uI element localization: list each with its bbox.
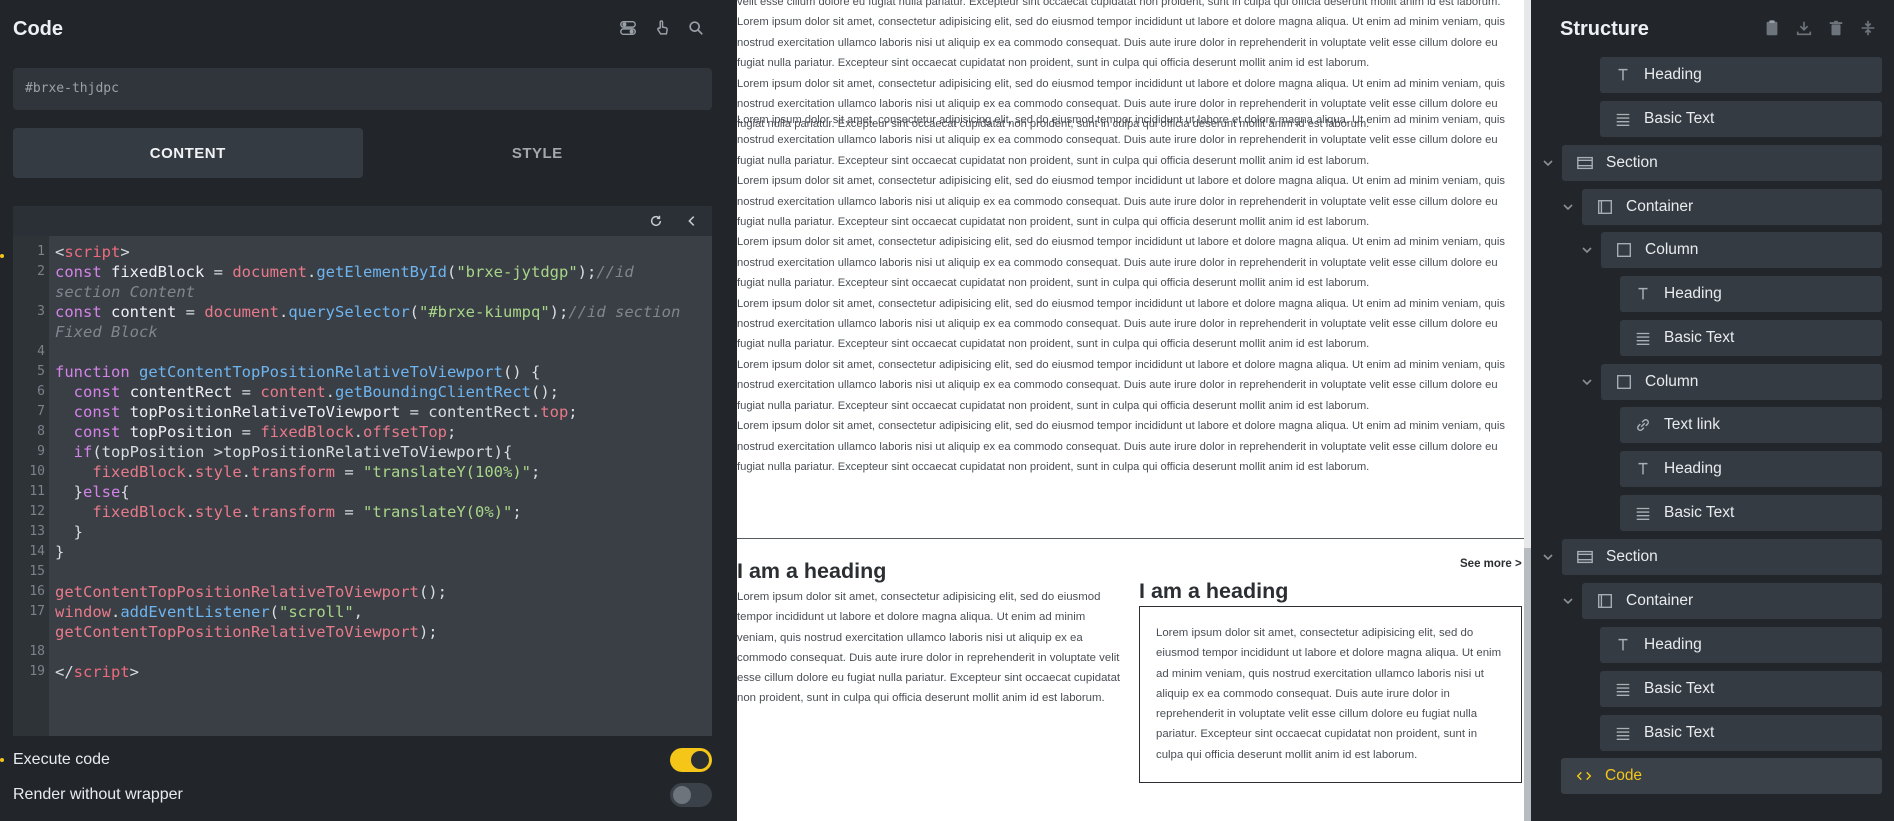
bordered-text-box[interactable]: Lorem ipsum dolor sit amet, consectetur …: [1139, 606, 1522, 783]
structure-node-label: Heading: [1664, 460, 1722, 477]
pointer-hand-icon[interactable]: [652, 18, 672, 38]
section-divider: [737, 538, 1524, 539]
structure-node-container[interactable]: Container: [1582, 189, 1882, 225]
structure-node-label: Heading: [1664, 285, 1722, 302]
structure-node-heading[interactable]: Heading: [1600, 627, 1882, 663]
text-lines-icon: [1632, 502, 1654, 524]
text-lines-icon: [1612, 678, 1634, 700]
tab-style[interactable]: STYLE: [363, 128, 713, 178]
render-wrapper-row: Render without wrapper: [13, 781, 712, 809]
code-panel: Code #brxe-thjdpc CONTENT STYLE 1 <script…: [0, 0, 726, 821]
panel-tabs: CONTENT STYLE: [13, 128, 712, 178]
structure-node-label: Container: [1626, 592, 1694, 609]
structure-node-label: Section: [1606, 548, 1658, 565]
structure-node-label: Column: [1645, 373, 1699, 390]
breakpoint-marker: [0, 254, 4, 258]
canvas-heading-1[interactable]: I am a heading: [737, 559, 886, 584]
structure-node-code[interactable]: Code: [1561, 758, 1882, 794]
heading-icon: [1612, 634, 1634, 656]
see-more-link[interactable]: See more >: [1460, 558, 1522, 570]
container-icon: [1594, 590, 1616, 612]
code-icon: [1573, 765, 1595, 787]
execute-code-row: Execute code: [13, 746, 712, 774]
chevron-down-icon[interactable]: [1581, 375, 1595, 389]
text-lines-icon: [1612, 108, 1634, 130]
css-id-field[interactable]: #brxe-thjdpc: [13, 68, 712, 110]
collapse-left-icon[interactable]: [682, 211, 702, 231]
structure-node-basic-text[interactable]: Basic Text: [1600, 101, 1882, 137]
structure-node-heading[interactable]: Heading: [1600, 57, 1882, 93]
render-wrapper-label: Render without wrapper: [13, 786, 183, 803]
structure-node-label: Basic Text: [1664, 504, 1735, 521]
structure-node-label: Container: [1626, 198, 1694, 215]
structure-node-section[interactable]: Section: [1562, 145, 1882, 181]
container-icon: [1594, 196, 1616, 218]
refresh-icon[interactable]: [646, 211, 666, 231]
structure-node-heading[interactable]: Heading: [1620, 276, 1882, 312]
box-text: Lorem ipsum dolor sit amet, consectetur …: [1156, 627, 1502, 761]
lorem-block-main: Lorem ipsum dolor sit amet, consectetur …: [737, 114, 1505, 473]
structure-node-label: Basic Text: [1644, 110, 1715, 127]
structure-node-label: Text link: [1664, 416, 1720, 433]
structure-node-section[interactable]: Section: [1562, 539, 1882, 575]
chevron-down-icon[interactable]: [1542, 156, 1556, 170]
structure-node-basic-text[interactable]: Basic Text: [1600, 715, 1882, 751]
heading-icon: [1632, 458, 1654, 480]
text-lines-icon: [1612, 722, 1634, 744]
heading-icon: [1612, 64, 1634, 86]
structure-node-label: Basic Text: [1664, 329, 1735, 346]
text-lines-icon: [1632, 327, 1654, 349]
structure-title: Structure: [1560, 18, 1649, 40]
column-icon: [1613, 239, 1635, 261]
execute-code-label: Execute code: [13, 751, 110, 768]
search-icon[interactable]: [686, 18, 706, 38]
structure-node-basic-text[interactable]: Basic Text: [1620, 320, 1882, 356]
structure-node-basic-text[interactable]: Basic Text: [1620, 495, 1882, 531]
clipboard-icon[interactable]: [1762, 18, 1782, 38]
download-icon[interactable]: [1794, 18, 1814, 38]
render-wrapper-toggle[interactable]: [670, 783, 712, 807]
structure-node-label: Section: [1606, 154, 1658, 171]
structure-node-column[interactable]: Column: [1601, 232, 1882, 268]
builder-canvas[interactable]: velit esse cillum dolore eu fugiat nulla…: [737, 0, 1531, 821]
code-toolbar: [13, 206, 712, 236]
setting-changed-marker: [0, 758, 4, 762]
toggle-switch-icon[interactable]: [618, 18, 638, 38]
heading-icon: [1632, 283, 1654, 305]
canvas-heading-2[interactable]: I am a heading: [1139, 579, 1288, 604]
structure-node-label: Heading: [1644, 636, 1702, 653]
panel-title: Code: [13, 18, 63, 40]
structure-node-label: Basic Text: [1644, 680, 1715, 697]
trash-icon[interactable]: [1826, 18, 1846, 38]
scrollbar-thumb[interactable]: [1524, 548, 1531, 821]
execute-code-toggle[interactable]: [670, 748, 712, 772]
chevron-down-icon[interactable]: [1542, 550, 1556, 564]
code-editor[interactable]: 1 <script> 2 const fixedBlock = document.g…: [13, 236, 712, 736]
chevron-down-icon[interactable]: [1562, 200, 1576, 214]
structure-node-label: Column: [1645, 241, 1699, 258]
structure-node-heading[interactable]: Heading: [1620, 451, 1882, 487]
structure-node-label: Basic Text: [1644, 724, 1715, 741]
column-icon: [1613, 371, 1635, 393]
structure-node-label: Heading: [1644, 66, 1702, 83]
structure-node-column[interactable]: Column: [1601, 364, 1882, 400]
canvas-text-1[interactable]: Lorem ipsum dolor sit amet, consectetur …: [737, 587, 1122, 709]
structure-node-container[interactable]: Container: [1582, 583, 1882, 619]
canvas-scrollbar[interactable]: [1524, 0, 1531, 821]
chevron-down-icon[interactable]: [1562, 594, 1576, 608]
structure-node-basic-text[interactable]: Basic Text: [1600, 671, 1882, 707]
structure-node-text-link[interactable]: Text link: [1620, 407, 1882, 443]
section-icon: [1574, 152, 1596, 174]
link-icon: [1632, 414, 1654, 436]
section-icon: [1574, 546, 1596, 568]
chevron-down-icon[interactable]: [1581, 243, 1595, 257]
tab-content[interactable]: CONTENT: [13, 128, 363, 178]
collapse-all-icon[interactable]: [1858, 18, 1878, 38]
structure-node-label: Code: [1605, 767, 1643, 784]
